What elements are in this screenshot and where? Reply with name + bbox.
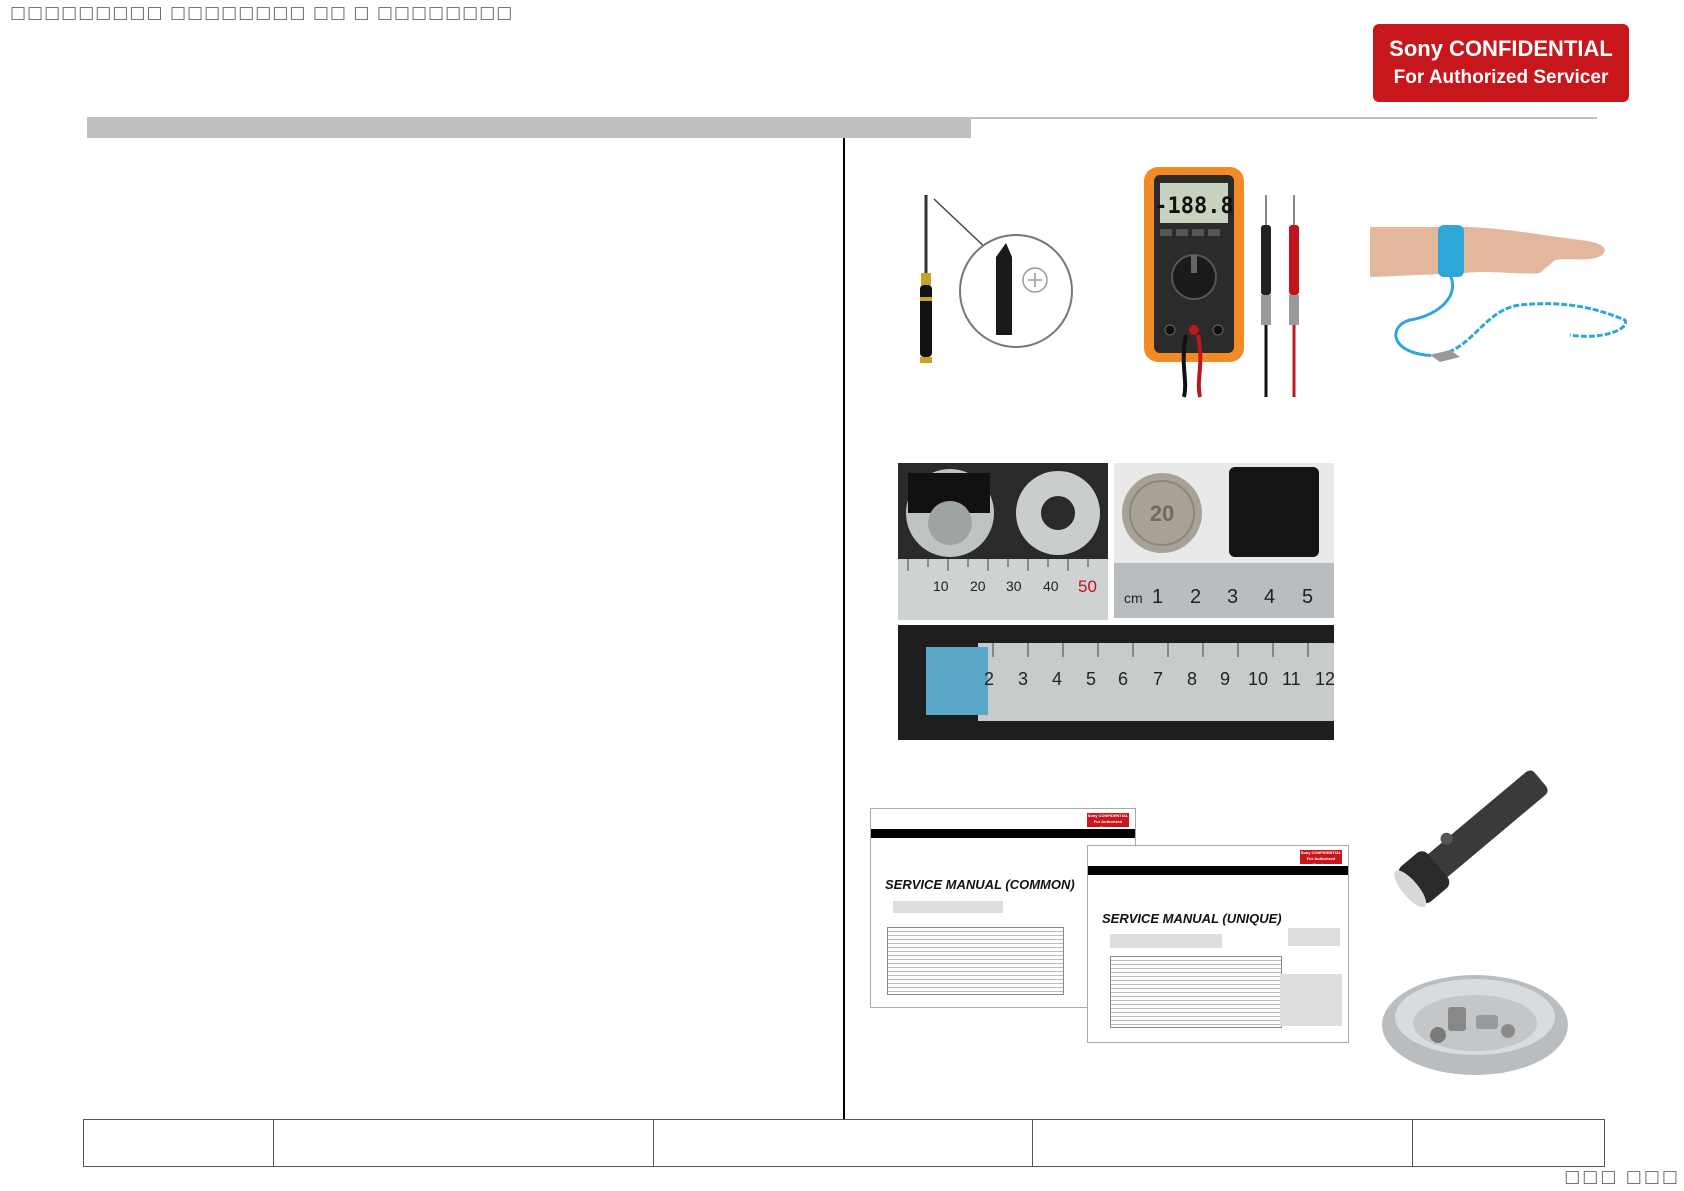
column-divider (843, 138, 845, 1120)
ruler-label: 30 (1006, 578, 1022, 594)
multimeter-image: -188.8 (1140, 165, 1320, 400)
footer-table (82, 1119, 1606, 1167)
conductive-pad-coin-image: 20 cm 1 2 3 4 5 (1114, 463, 1334, 618)
ruler-label: 10 (1248, 669, 1268, 689)
ruler-label: 12 (1315, 669, 1334, 689)
screwdriver-image (900, 185, 1100, 375)
section-title-bar (87, 117, 971, 138)
confidential-badge-line2: For Authorized Servicer (1393, 67, 1609, 88)
footer-cell (1032, 1119, 1413, 1167)
antistatic-wrist-strap-image (1370, 215, 1630, 375)
ruler-label: 9 (1220, 669, 1230, 689)
header-title: □□□□□□□□□ □□□□□□□□ □□ □ □□□□□□□□ (10, 3, 514, 23)
service-manual-unique-image: Sony CONFIDENTIAL For Authorized Service… (1087, 845, 1349, 1043)
section-title-line (971, 117, 1597, 119)
ruler-label: 4 (1052, 669, 1062, 689)
ruler-label: 2 (1190, 586, 1201, 608)
ruler-label: 20 (970, 578, 986, 594)
ruler-label: 4 (1264, 586, 1275, 608)
footer-cell (652, 1119, 1034, 1167)
conductive-washer-image: 10 20 30 40 50 (898, 463, 1108, 620)
footer-cell (82, 1119, 275, 1167)
footer-cell (1411, 1119, 1606, 1167)
ruler-label: 3 (1227, 586, 1238, 608)
ruler-label: 8 (1187, 669, 1197, 689)
ruler-label: 1 (1152, 586, 1163, 608)
manual-unique-title: SERVICE MANUAL (UNIQUE) (1102, 911, 1282, 926)
manual-unique-badge: Sony CONFIDENTIAL For Authorized Service… (1300, 850, 1342, 867)
confidential-badge-line1: Sony CONFIDENTIAL (1389, 36, 1613, 61)
ruler-label: 2 (984, 669, 994, 689)
ruler-label: 50 (1078, 577, 1097, 596)
ruler-label: 11 (1282, 669, 1301, 689)
multimeter-display-text: -188.8 (1154, 194, 1233, 219)
confidential-badge: Sony CONFIDENTIAL For Authorized Service… (1373, 24, 1629, 102)
parts-tray-image (1378, 965, 1572, 1080)
thermal-pad-ruler-image: 2 3 4 5 6 7 8 9 10 11 12 (898, 625, 1335, 740)
ruler-label: 6 (1118, 669, 1128, 689)
footer-cell (273, 1119, 654, 1167)
ruler-unit: cm (1124, 590, 1143, 606)
ruler-label: 5 (1302, 586, 1313, 608)
flashlight-image (1365, 762, 1555, 932)
coin-text: 20 (1150, 501, 1174, 526)
ruler-label: 7 (1153, 669, 1163, 689)
manual-common-title: SERVICE MANUAL (COMMON) (885, 877, 1075, 892)
ruler-label: 40 (1043, 578, 1059, 594)
ruler-label: 3 (1018, 669, 1028, 689)
manual-common-badge: Sony CONFIDENTIAL For Authorized Service… (1087, 813, 1129, 830)
ruler-label: 10 (933, 578, 949, 594)
page-number: □□□ □□□ (1564, 1167, 1680, 1187)
ruler-label: 5 (1086, 669, 1096, 689)
